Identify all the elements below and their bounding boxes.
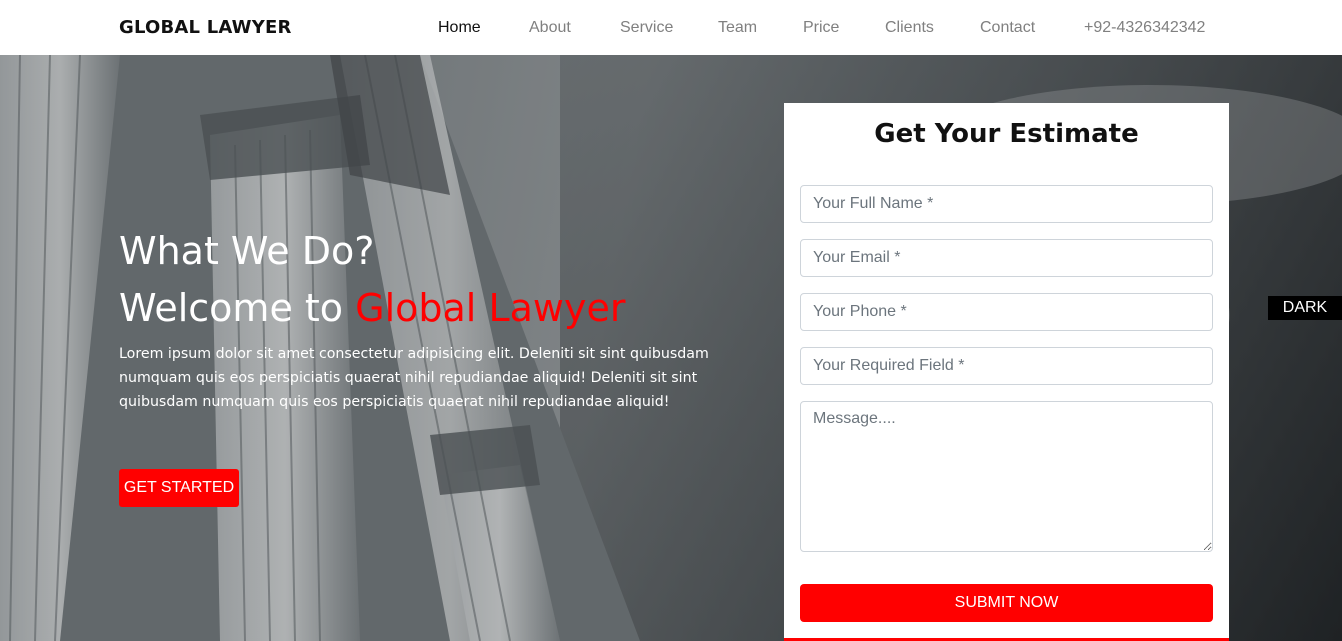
nav-service[interactable]: Service (620, 19, 673, 37)
form-title: Get Your Estimate (874, 119, 1139, 149)
required-field-input[interactable] (800, 347, 1213, 385)
nav-clients[interactable]: Clients (885, 19, 934, 37)
hero-paragraph: Lorem ipsum dolor sit amet consectetur a… (119, 346, 709, 410)
nav-contact[interactable]: Contact (980, 19, 1035, 37)
hero-heading-line1: What We Do? (119, 229, 375, 273)
nav-home[interactable]: Home (438, 19, 481, 37)
email-input[interactable] (800, 239, 1213, 277)
hero-heading: What We Do? Welcome to Global Lawyer (119, 223, 625, 337)
estimate-form-card: Get Your Estimate SUBMIT NOW (784, 103, 1229, 641)
phone-input[interactable] (800, 293, 1213, 331)
nav-price[interactable]: Price (803, 19, 839, 37)
hero-heading-line2-prefix: Welcome to (119, 286, 356, 330)
hero-heading-accent: Global Lawyer (355, 286, 626, 330)
main-nav: Home About Service Team Price Clients Co… (0, 19, 1342, 39)
full-name-input[interactable] (800, 185, 1213, 223)
message-textarea[interactable] (800, 401, 1213, 552)
get-started-button[interactable]: GET STARTED (119, 469, 239, 507)
nav-phone[interactable]: +92-4326342342 (1084, 19, 1205, 37)
dark-mode-toggle[interactable]: DARK (1268, 296, 1342, 320)
nav-about[interactable]: About (529, 19, 571, 37)
submit-button[interactable]: SUBMIT NOW (800, 584, 1213, 622)
nav-team[interactable]: Team (718, 19, 757, 37)
navbar: GLOBAL LAWYER Home About Service Team Pr… (0, 0, 1342, 55)
